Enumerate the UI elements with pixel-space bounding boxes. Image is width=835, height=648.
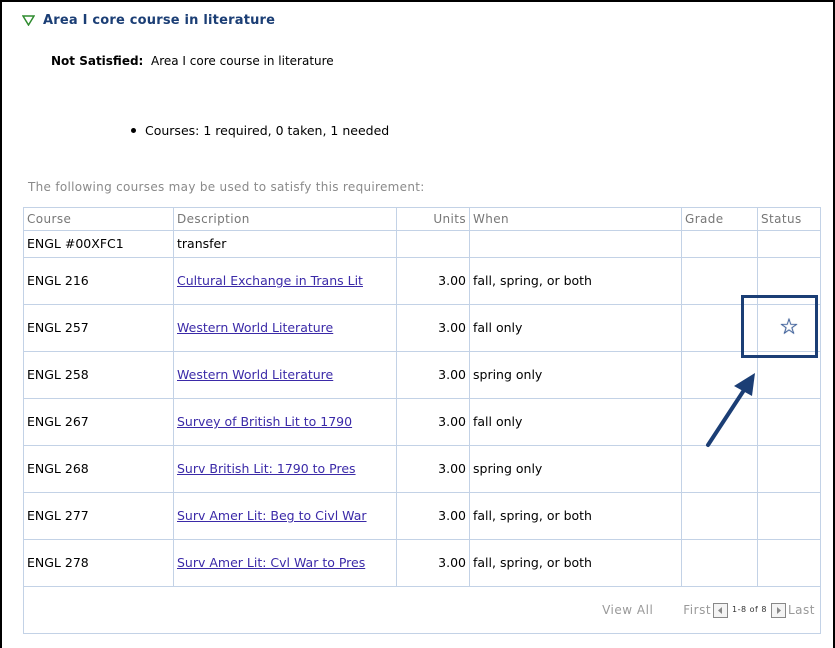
description-cell: Surv British Lit: 1790 to Pres	[173, 445, 397, 493]
table-row: ENGL 216 Cultural Exchange in Trans Lit 3.…	[23, 257, 821, 305]
status-cell	[757, 351, 821, 399]
description-cell: Surv Amer Lit: Beg to Civl War	[173, 492, 397, 540]
bullet-icon	[131, 128, 136, 133]
course-cell: ENGL #00XFC1	[23, 230, 174, 258]
collapse-triangle-icon[interactable]	[22, 15, 35, 26]
status-cell	[757, 539, 821, 587]
course-description-link[interactable]: Surv Amer Lit: Cvl War to Pres	[177, 555, 365, 570]
pager: View All First 1-8 of 8 Last	[27, 602, 817, 618]
last-link[interactable]: Last	[788, 602, 815, 618]
table-row: ENGL 278 Surv Amer Lit: Cvl War to Pres 3.…	[23, 539, 821, 587]
status-highlight-box	[741, 295, 818, 358]
table-footer: View All First 1-8 of 8 Last	[23, 586, 821, 634]
table-row: ENGL 257 Western World Literature 3.00 fall…	[23, 304, 821, 352]
table-row: ENGL 268 Surv British Lit: 1790 to Pres 3.…	[23, 445, 821, 493]
status-cell	[757, 398, 821, 446]
col-units: Units	[396, 207, 470, 231]
units-cell: 3.00	[396, 257, 470, 305]
units-cell: 3.00	[396, 398, 470, 446]
grade-cell	[681, 230, 758, 258]
status-cell	[757, 230, 821, 258]
when-cell	[469, 230, 682, 258]
when-cell: fall, spring, or both	[469, 257, 682, 305]
grade-cell	[681, 492, 758, 540]
course-description-link[interactable]: Western World Literature	[177, 367, 333, 382]
col-status: Status	[757, 207, 821, 231]
col-course: Course	[23, 207, 174, 231]
course-description-link[interactable]: Survey of British Lit to 1790	[177, 414, 352, 429]
course-description-link[interactable]: Surv British Lit: 1790 to Pres	[177, 461, 356, 476]
units-cell: 3.00	[396, 304, 470, 352]
col-description: Description	[173, 207, 397, 231]
course-cell: ENGL 257	[23, 304, 174, 352]
course-description-link[interactable]: Surv Amer Lit: Beg to Civl War	[177, 508, 367, 523]
course-cell: ENGL 258	[23, 351, 174, 399]
status-label: Not Satisfied:	[51, 54, 144, 68]
courses-summary-text: Courses: 1 required, 0 taken, 1 needed	[145, 123, 390, 138]
grade-cell	[681, 539, 758, 587]
course-description-link[interactable]: Western World Literature	[177, 320, 333, 335]
when-cell: fall only	[469, 304, 682, 352]
courses-summary: Courses: 1 required, 0 taken, 1 needed	[131, 123, 389, 138]
table-row: ENGL 277 Surv Amer Lit: Beg to Civl War 3.…	[23, 492, 821, 540]
course-cell: ENGL 216	[23, 257, 174, 305]
requirement-status: Not Satisfied: Area I core course in lit…	[51, 54, 334, 68]
course-cell: ENGL 277	[23, 492, 174, 540]
courses-intro: The following courses may be used to sat…	[28, 180, 425, 194]
view-all-link[interactable]: View All	[602, 602, 653, 618]
table-header-row: Course Description Units When Grade Stat…	[23, 207, 821, 231]
col-grade: Grade	[681, 207, 758, 231]
requirement-title: Area I core course in literature	[43, 13, 276, 28]
course-description-link[interactable]: Cultural Exchange in Trans Lit	[177, 273, 363, 288]
course-cell: ENGL 268	[23, 445, 174, 493]
next-arrow-icon[interactable]	[771, 602, 786, 618]
status-text: Area I core course in literature	[151, 54, 334, 68]
description-cell: transfer	[173, 230, 397, 258]
pointer-arrow-icon	[706, 373, 755, 447]
when-cell: fall, spring, or both	[469, 539, 682, 587]
grade-cell	[681, 445, 758, 493]
status-cell	[757, 445, 821, 493]
status-cell	[757, 492, 821, 540]
units-cell: 3.00	[396, 492, 470, 540]
col-when: When	[469, 207, 682, 231]
description-cell: Survey of British Lit to 1790	[173, 398, 397, 446]
units-cell: 3.00	[396, 445, 470, 493]
units-cell: 3.00	[396, 539, 470, 587]
units-cell: 3.00	[396, 351, 470, 399]
when-cell: spring only	[469, 351, 682, 399]
description-cell: Western World Literature	[173, 304, 397, 352]
table-row: ENGL #00XFC1 transfer	[23, 230, 821, 258]
first-link[interactable]: First	[683, 602, 711, 618]
prev-arrow-icon[interactable]	[713, 602, 729, 618]
description-cell: Surv Amer Lit: Cvl War to Pres	[173, 539, 397, 587]
course-cell: ENGL 278	[23, 539, 174, 587]
when-cell: spring only	[469, 445, 682, 493]
when-cell: fall only	[469, 398, 682, 446]
page-range: 1-8 of 8	[732, 605, 767, 614]
when-cell: fall, spring, or both	[469, 492, 682, 540]
description-cell: Western World Literature	[173, 351, 397, 399]
description-cell: Cultural Exchange in Trans Lit	[173, 257, 397, 305]
course-cell: ENGL 267	[23, 398, 174, 446]
units-cell	[396, 230, 470, 258]
requirement-header[interactable]: Area I core course in literature	[22, 13, 275, 28]
